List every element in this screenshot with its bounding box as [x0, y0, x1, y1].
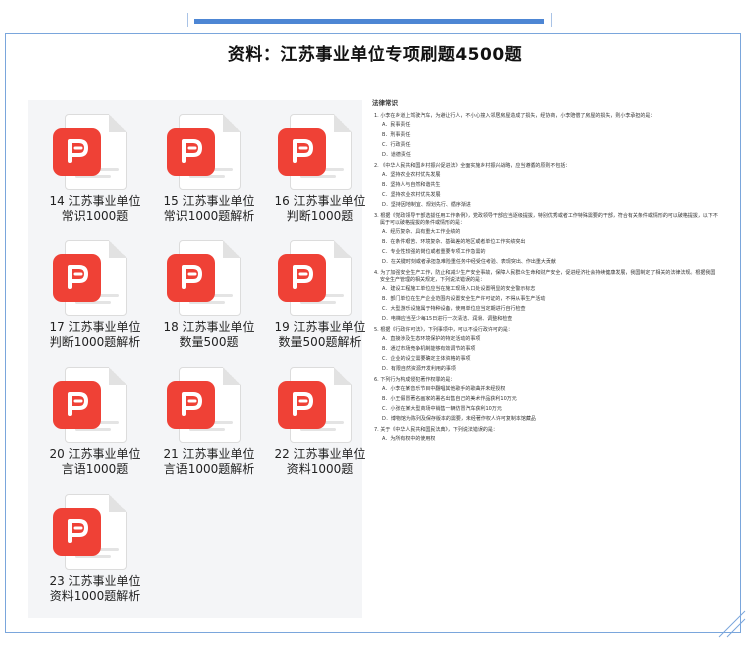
- document-preview: 法律常识 1. 小李在乡道上驾驶汽车，为避让行人，不小心撞入邻居房屋造成了损失，…: [372, 100, 720, 560]
- question-option: A．为所有权中的使用权: [382, 436, 436, 442]
- question-block: 6. 下列行为构成侵犯著作权罪的是： A．小李在某音乐节目中翻唱其他歌手的歌曲并未…: [372, 377, 720, 423]
- page-title: 资料：江苏事业单位专项刷题4500题: [227, 45, 523, 65]
- file-name: 16 江苏事业单位 判断1000题: [261, 194, 379, 224]
- file-name-line2: 言语1000题解析: [163, 462, 255, 476]
- question-option: A．小李在某音乐节目中翻唱其他歌手的歌曲并未经授权: [382, 386, 506, 392]
- pdf-file-icon: [53, 234, 137, 320]
- question-text: 7. 关于《中华人民共和国民法典》，下列说法错误的是：: [374, 427, 498, 433]
- file-name: 14 江苏事业单位 常识1000题: [36, 194, 154, 224]
- file-name-line2: 常识1000题解析: [163, 209, 255, 223]
- file-name-line1: 21 江苏事业单位: [163, 447, 255, 461]
- question-text: 5. 根据《行政许可法》，下列事项中，可以不设行政许可的是：: [374, 327, 513, 333]
- question-text: 2. 《中华人民共和国乡村振兴促进法》全面实施乡村振兴战略，应当遵循的原则不包括…: [374, 163, 571, 169]
- file-name: 23 江苏事业单位 资料1000题解析: [36, 574, 154, 604]
- question-text: 4. 为了加强安全生产工作，防止和减少生产安全事故，保障人民群众生命和财产安全，…: [374, 270, 716, 283]
- question-option: B．在条件艰苦、环境复杂、基础差的地区或者单位工作实绩突出: [382, 239, 526, 245]
- question-text: 3. 根据《党政领导干部选拔任用工作条例》，党政领导干部应当逐级提拔，特别优秀或…: [374, 213, 718, 226]
- pdf-file-icon: [53, 108, 137, 194]
- top-accent-bar: [194, 19, 544, 24]
- file-item[interactable]: 17 江苏事业单位 判断1000题解析: [36, 234, 154, 350]
- file-item[interactable]: 18 江苏事业单位 数量500题: [150, 234, 268, 350]
- file-name-line2: 数量500题: [179, 335, 239, 349]
- question-option: D．博物馆为陈列及保存版本的需要，未经著作权人许可复制本馆藏品: [382, 416, 536, 422]
- pdf-file-icon: [278, 234, 362, 320]
- file-name-line1: 20 江苏事业单位: [49, 447, 141, 461]
- question-text: 6. 下列行为构成侵犯著作权罪的是：: [374, 377, 456, 383]
- question-option: C．专业性较强的岗位或者重要专项工作急需的: [382, 249, 486, 255]
- question-option: A．坚持农业农村优先发展: [382, 172, 441, 178]
- file-name-line1: 16 江苏事业单位: [274, 194, 366, 208]
- question-block: 7. 关于《中华人民共和国民法典》，下列说法错误的是： A．为所有权中的使用权: [372, 427, 720, 443]
- file-item[interactable]: 15 江苏事业单位 常识1000题解析: [150, 108, 268, 224]
- file-name: 19 江苏事业单位 数量500题解析: [261, 320, 379, 350]
- file-name-line1: 15 江苏事业单位: [163, 194, 255, 208]
- question-option: B．小王假冒著名画家的署名出售自己的美术作品获利10万元: [382, 396, 517, 402]
- question-text: 1. 小李在乡道上驾驶汽车，为避让行人，不小心撞入邻居房屋造成了损失，经协商，小…: [374, 113, 656, 119]
- question-option: C．企业的设立需要确定主体资格的事项: [382, 356, 471, 362]
- file-name-line1: 14 江苏事业单位: [49, 194, 141, 208]
- question-option: B．部门单位在生产企业范围内设置安全生产许可证的，不得从事生产活动: [382, 296, 546, 302]
- file-name: 22 江苏事业单位 资料1000题: [261, 447, 379, 477]
- pdf-file-icon: [167, 234, 251, 320]
- question-option: D．坚持因地制宜、规划先行、循序渐进: [382, 202, 471, 208]
- divider: [187, 13, 188, 27]
- file-item[interactable]: 22 江苏事业单位 资料1000题: [261, 361, 379, 477]
- file-name: 18 江苏事业单位 数量500题: [150, 320, 268, 350]
- preview-heading: 法律常识: [372, 99, 398, 107]
- question-block: 4. 为了加强安全生产工作，防止和减少生产安全事故，保障人民群众生命和财产安全，…: [372, 270, 720, 323]
- file-name-line1: 19 江苏事业单位: [274, 320, 366, 334]
- file-name-line2: 资料1000题: [286, 462, 354, 476]
- file-name: 20 江苏事业单位 言语1000题: [36, 447, 154, 477]
- question-option: C．行政责任: [382, 142, 411, 148]
- file-name-line1: 22 江苏事业单位: [274, 447, 366, 461]
- question-block: 5. 根据《行政许可法》，下列事项中，可以不设行政许可的是： A．直接涉及生态环境…: [372, 327, 720, 373]
- file-name-line1: 17 江苏事业单位: [49, 320, 141, 334]
- question-option: D．道德责任: [382, 152, 411, 158]
- file-grid: 14 江苏事业单位 常识1000题 15 江苏事业单位 常识1000题解析 16 江苏事…: [28, 100, 366, 618]
- question-option: B．通过市场竞争机制能够有效调节的事项: [382, 346, 476, 352]
- question-option: C．坚持农业农村优先发展: [382, 192, 441, 198]
- file-name-line2: 言语1000题: [61, 462, 129, 476]
- file-name-line2: 判断1000题: [286, 209, 354, 223]
- file-name-line2: 资料1000题解析: [49, 589, 141, 603]
- divider: [551, 13, 552, 27]
- file-name: 17 江苏事业单位 判断1000题解析: [36, 320, 154, 350]
- file-name-line1: 18 江苏事业单位: [163, 320, 255, 334]
- question-option: C．小张在某大型商场中销售一辆仿冒汽车获利10万元: [382, 406, 502, 412]
- pdf-file-icon: [53, 488, 137, 574]
- pdf-file-icon: [167, 108, 251, 194]
- pdf-file-icon: [53, 361, 137, 447]
- file-name-line2: 数量500题解析: [278, 335, 362, 349]
- question-option: D．有限自然资源开发利用的事项: [382, 366, 456, 372]
- question-option: B．坚持人与自然和谐共生: [382, 182, 441, 188]
- file-name-line2: 判断1000题解析: [49, 335, 141, 349]
- pdf-file-icon: [167, 361, 251, 447]
- question-option: C．大型游乐设施属于特种设备，使用单位应当定期进行自行检查: [382, 306, 526, 312]
- question-option: D．在关键时刻或者承担急难险重任务中经受住考验、表现突出、作出重大贡献: [382, 259, 556, 265]
- file-name-line1: 23 江苏事业单位: [49, 574, 141, 588]
- file-name-line2: 常识1000题: [61, 209, 129, 223]
- file-item[interactable]: 19 江苏事业单位 数量500题解析: [261, 234, 379, 350]
- question-block: 1. 小李在乡道上驾驶汽车，为避让行人，不小心撞入邻居房屋造成了损失，经协商，小…: [372, 113, 720, 159]
- file-item[interactable]: 21 江苏事业单位 言语1000题解析: [150, 361, 268, 477]
- question-option: B．刑事责任: [382, 132, 411, 138]
- file-item[interactable]: 23 江苏事业单位 资料1000题解析: [36, 488, 154, 604]
- question-option: A．建设工程施工单位应当在施工现场入口处设置明显的安全警示标志: [382, 286, 536, 292]
- question-option: A．民事责任: [382, 122, 411, 128]
- question-block: 3. 根据《党政领导干部选拔任用工作条例》，党政领导干部应当逐级提拔，特别优秀或…: [372, 213, 720, 266]
- question-block: 2. 《中华人民共和国乡村振兴促进法》全面实施乡村振兴战略，应当遵循的原则不包括…: [372, 163, 720, 209]
- file-item[interactable]: 20 江苏事业单位 言语1000题: [36, 361, 154, 477]
- file-name: 15 江苏事业单位 常识1000题解析: [150, 194, 268, 224]
- pdf-file-icon: [278, 361, 362, 447]
- question-option: D．电梯应当至少每15日进行一次清洁、润滑、调整和检查: [382, 316, 513, 322]
- pdf-file-icon: [278, 108, 362, 194]
- file-item[interactable]: 16 江苏事业单位 判断1000题: [261, 108, 379, 224]
- file-name: 21 江苏事业单位 言语1000题解析: [150, 447, 268, 477]
- question-option: A．经历复杂、具有重大工作业绩的: [382, 229, 461, 235]
- corner-decoration: [718, 610, 746, 638]
- question-option: A．直接涉及生态环境保护的特定活动的事项: [382, 336, 481, 342]
- file-item[interactable]: 14 江苏事业单位 常识1000题: [36, 108, 154, 224]
